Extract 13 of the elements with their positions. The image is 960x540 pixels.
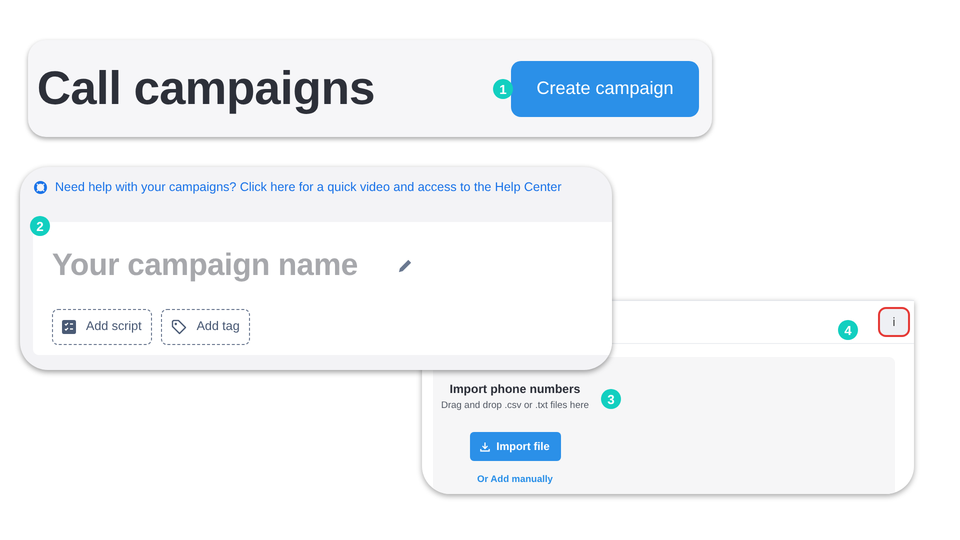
pencil-icon bbox=[398, 258, 413, 273]
help-link[interactable]: Need help with your campaigns? Click here for a quick video and access to the Help Center bbox=[55, 178, 562, 197]
add-tag-button[interactable]: Add tag bbox=[160, 308, 250, 344]
tag-icon bbox=[170, 318, 187, 334]
lifebuoy-icon bbox=[34, 181, 47, 194]
info-button[interactable]: i bbox=[880, 309, 908, 335]
import-hint: Drag and drop .csv or .txt files here bbox=[441, 399, 589, 413]
page-title: Call campaigns bbox=[37, 60, 375, 116]
add-script-button[interactable]: Add script bbox=[52, 308, 152, 344]
download-icon bbox=[480, 442, 490, 452]
checklist-icon bbox=[62, 320, 76, 334]
campaign-name-field[interactable]: Your campaign name bbox=[52, 242, 388, 288]
import-title: Import phone numbers bbox=[450, 381, 580, 398]
